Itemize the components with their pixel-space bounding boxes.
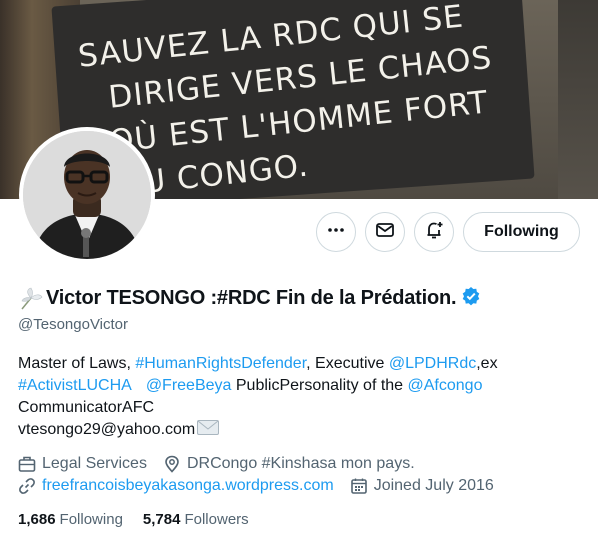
- location-pin-icon: [163, 455, 181, 473]
- more-button[interactable]: [316, 212, 356, 252]
- bio-text: ,ex: [476, 355, 498, 372]
- following-button[interactable]: Following: [463, 212, 580, 252]
- user-handle: @TesongoVictor: [18, 316, 129, 333]
- calendar-icon: [350, 477, 368, 495]
- profile-meta-row: Legal Services DRCongo #Kinshasa mon pay…: [18, 455, 415, 473]
- following-stat[interactable]: 1,686 Following: [18, 511, 123, 528]
- bio-text: Master of Laws,: [18, 355, 136, 372]
- following-count: 1,686: [18, 511, 56, 528]
- briefcase-icon: [18, 455, 36, 473]
- profile-actions: Following: [316, 212, 580, 252]
- bio-line: Master of Laws, #HumanRightsDefender, Ex…: [18, 353, 578, 375]
- bio-text: , Executive: [306, 355, 389, 372]
- message-button[interactable]: [365, 212, 405, 252]
- envelope-emoji-icon: [197, 420, 220, 435]
- following-label: Following: [59, 511, 123, 528]
- bio-text: PublicPersonality of the: [231, 377, 408, 394]
- banner-right-photo: [558, 0, 598, 199]
- display-name-row: Victor TESONGO :#RDC Fin de la Prédation…: [18, 286, 481, 311]
- followers-stat[interactable]: 5,784 Followers: [143, 511, 249, 528]
- mention-link[interactable]: @LPDHRdc: [389, 355, 476, 372]
- profile-category: Legal Services: [42, 455, 147, 472]
- message-icon: [375, 220, 395, 245]
- followers-count: 5,784: [142, 511, 181, 528]
- profile-meta-row: freefrancoisbeyakasonga.wordpress.com Jo…: [18, 477, 494, 495]
- profile-bio: Master of Laws, #HumanRightsDefender, Ex…: [18, 353, 578, 441]
- bio-line: vtesongo29@yahoo.com: [18, 419, 578, 441]
- verified-badge-icon[interactable]: [461, 286, 481, 311]
- notifications-button[interactable]: [414, 212, 454, 252]
- avatar-portrait: [23, 131, 151, 259]
- profile-stats: 1,686 Following 5,784 Followers: [18, 511, 249, 528]
- mention-link[interactable]: @Afcongo: [408, 377, 483, 394]
- hashtag-link[interactable]: #HumanRightsDefender: [135, 355, 306, 372]
- more-icon: [327, 221, 345, 244]
- followers-label: Followers: [184, 511, 249, 528]
- white-flower-icon: [18, 287, 44, 311]
- link-icon: [18, 477, 36, 495]
- mention-link[interactable]: @FreeBeya: [146, 377, 232, 394]
- profile-location: DRCongo #Kinshasa mon pays.: [186, 455, 415, 472]
- profile-avatar[interactable]: [19, 127, 155, 263]
- profile-joined-date: Joined July 2016: [373, 477, 494, 494]
- profile-website-link[interactable]: freefrancoisbeyakasonga.wordpress.com: [42, 477, 334, 495]
- bio-text: CommunicatorAFC: [18, 399, 155, 416]
- notification-bell-icon: [424, 220, 444, 245]
- bio-line: #ActivistLUCHA @FreeBeya PublicPersonalit…: [18, 375, 578, 397]
- bio-email: vtesongo29@yahoo.com: [18, 421, 196, 438]
- display-name: Victor TESONGO :#RDC Fin de la Prédation…: [46, 287, 457, 309]
- hashtag-link[interactable]: #ActivistLUCHA: [18, 377, 132, 394]
